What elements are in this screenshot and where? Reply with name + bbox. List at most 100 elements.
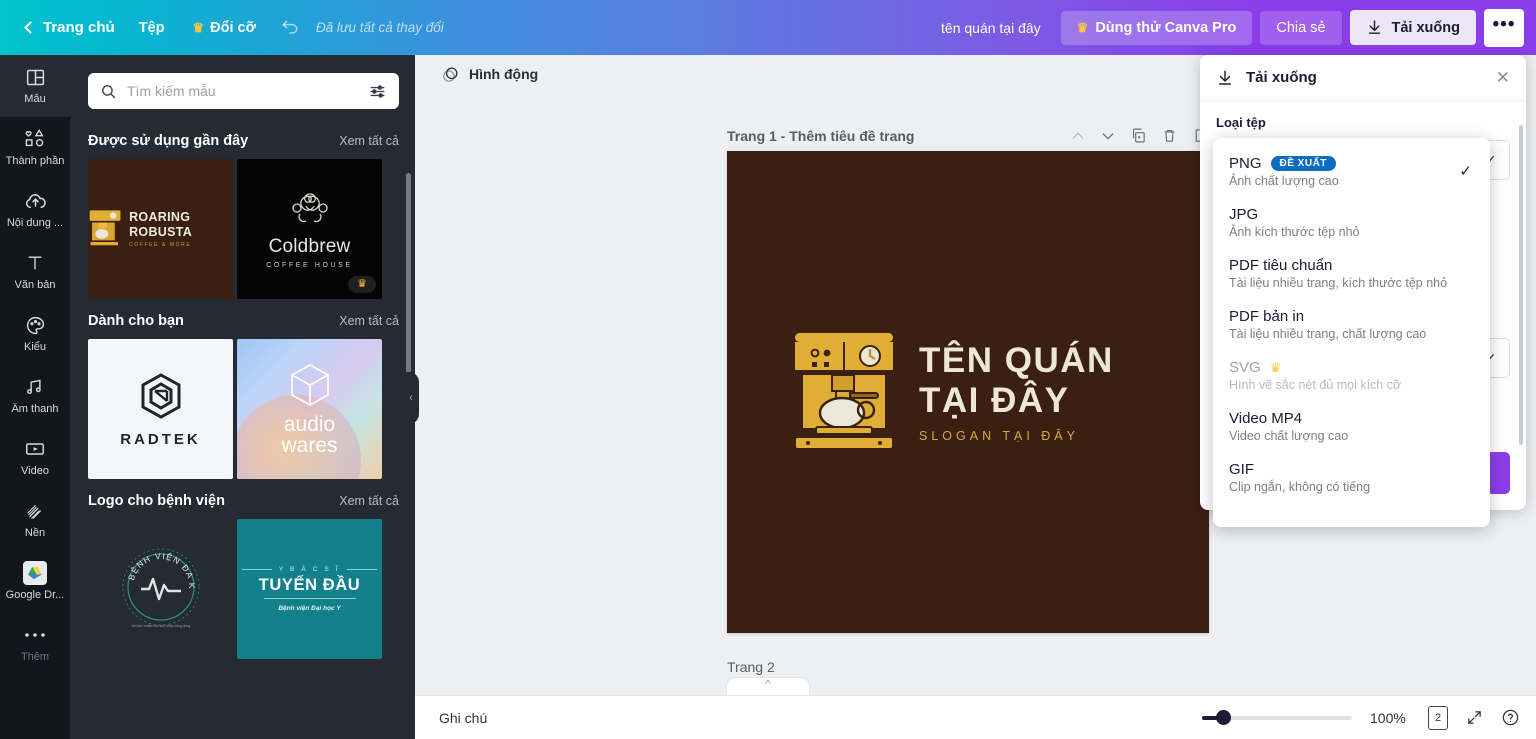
animate-label: Hình động — [469, 66, 539, 82]
search-input[interactable] — [127, 83, 358, 99]
thumb-subtitle: COFFEE HOUSE — [266, 261, 353, 269]
option-description: Ảnh chất lượng cao — [1229, 174, 1339, 188]
template-thumb-coldbrew[interactable]: Coldbrew COFFEE HOUSE ♛ — [237, 159, 382, 299]
file-menu-button[interactable]: Tệp — [125, 13, 179, 43]
sidebar-item-video[interactable]: Video — [0, 427, 70, 489]
page-2-title[interactable]: Trang 2 — [727, 659, 775, 675]
sidebar-item-label: Nội dung ... — [6, 217, 64, 230]
sidebar-item-label: Mẫu — [24, 93, 46, 106]
page-toolbar — [1070, 127, 1209, 144]
template-thumb-roaring-robusta[interactable]: ROARING ROBUSTA COFFEE & MORE — [88, 159, 233, 299]
filetype-option-pdf-print[interactable]: PDF bản in Tài liệu nhiều trang, chất lư… — [1213, 299, 1490, 350]
text-icon — [25, 252, 45, 274]
sidebar-item-uploads[interactable]: Nội dung ... — [0, 179, 70, 241]
filter-sliders-icon[interactable] — [368, 82, 387, 101]
template-thumb-audiowares[interactable]: audio wares — [237, 339, 382, 479]
zoom-slider[interactable] — [1202, 708, 1352, 728]
thumb-title: Coldbrew — [268, 235, 351, 257]
download-panel-scrollbar[interactable] — [1519, 125, 1523, 445]
chevron-left-icon — [24, 21, 37, 34]
page-title[interactable]: Trang 1 - Thêm tiêu đề trang — [727, 128, 914, 144]
option-description: Clip ngắn, không có tiếng — [1229, 480, 1371, 494]
check-icon: ✓ — [1459, 163, 1472, 180]
logo-line-1: TÊN QUÁN — [919, 341, 1114, 381]
divider — [241, 569, 272, 570]
option-row: SVG ♛ — [1229, 359, 1474, 376]
panel-scrollbar[interactable] — [406, 173, 411, 373]
sidebar-item-text[interactable]: Văn bản — [0, 241, 70, 303]
page-count-button[interactable]: 2 — [1428, 705, 1448, 730]
chevron-right-icon[interactable]: › — [414, 219, 415, 239]
thumb-title: ROARING ROBUSTA — [129, 210, 193, 239]
share-label: Chia sẻ — [1276, 19, 1326, 36]
notes-expand-handle[interactable]: ^ — [726, 677, 810, 695]
search-icon — [102, 84, 116, 98]
sidebar-item-google-drive[interactable]: Google Dr... — [0, 551, 70, 613]
filetype-option-video-mp4[interactable]: Video MP4 Video chất lượng cao — [1213, 401, 1490, 452]
sidebar-item-label: Google Dr... — [5, 589, 65, 602]
logo-composition[interactable]: TÊN QUÁN TẠI ĐÂY SLOGAN TẠI ĐÂY — [792, 331, 1114, 453]
option-name: JPG — [1229, 206, 1259, 223]
filetype-option-png[interactable]: PNG ĐỀ XUẤT Ảnh chất lượng cao ✓ — [1213, 146, 1490, 197]
duplicate-page-icon[interactable] — [1130, 127, 1147, 144]
close-icon[interactable]: ✕ — [1496, 69, 1510, 86]
search-area — [70, 55, 415, 119]
undo-button[interactable] — [270, 11, 310, 45]
download-label: Tải xuống — [1391, 19, 1460, 36]
coffee-machine-illustration — [794, 333, 894, 450]
search-box[interactable] — [88, 73, 399, 109]
pro-badge: ♛ — [348, 275, 376, 293]
chevron-right-icon[interactable]: › — [414, 579, 415, 599]
delete-page-icon[interactable] — [1161, 127, 1178, 144]
option-row: JPG — [1229, 206, 1474, 223]
section-title: Dành cho bạn — [88, 313, 184, 329]
home-button[interactable]: Trang chủ — [16, 12, 125, 43]
move-down-icon[interactable] — [1100, 128, 1116, 144]
filetype-option-jpg[interactable]: JPG Ảnh kích thước tệp nhỏ — [1213, 197, 1490, 248]
template-thumb-radtek[interactable]: RADTEK — [88, 339, 233, 479]
sidebar-item-label: Âm thanh — [11, 403, 59, 416]
logo-text-block: TÊN QUÁN TẠI ĐÂY SLOGAN TẠI ĐÂY — [919, 341, 1114, 442]
sidebar-item-styles[interactable]: Kiểu — [0, 303, 70, 365]
sidebar-item-label: Thành phần — [5, 155, 65, 168]
sidebar-item-label: Thêm — [20, 651, 50, 664]
sidebar-item-elements[interactable]: Thành phần — [0, 117, 70, 179]
filetype-option-pdf-standard[interactable]: PDF tiêu chuẩn Tài liệu nhiều trang, kíc… — [1213, 248, 1490, 299]
top-bar-left-group: Trang chủ Tệp ♛ Đổi cỡ Đã lưu tất cả tha… — [0, 11, 444, 45]
filetype-option-gif[interactable]: GIF Clip ngắn, không có tiếng — [1213, 452, 1490, 503]
sidebar-item-background[interactable]: Nền — [0, 489, 70, 551]
collapse-panel-button[interactable]: ‹ — [403, 372, 419, 424]
see-all-link[interactable]: Xem tất cả — [339, 134, 399, 148]
design-canvas-page-1[interactable]: TÊN QUÁN TẠI ĐÂY SLOGAN TẠI ĐÂY — [727, 151, 1209, 633]
help-icon[interactable] — [1501, 708, 1520, 727]
sidebar-item-templates[interactable]: Mẫu — [0, 55, 70, 117]
templates-panel: Được sử dụng gần đây Xem tất cả ROARING … — [70, 55, 415, 739]
cube-icon — [290, 363, 329, 406]
move-up-icon[interactable] — [1070, 128, 1086, 144]
animate-button[interactable]: Hình động — [433, 60, 546, 89]
resize-button[interactable]: ♛ Đổi cỡ — [178, 13, 269, 43]
slider-knob[interactable] — [1216, 710, 1231, 725]
sidebar-item-audio[interactable]: Âm thanh — [0, 365, 70, 427]
more-options-button[interactable]: ••• — [1484, 8, 1524, 47]
home-label: Trang chủ — [43, 19, 115, 36]
share-button[interactable]: Chia sẻ — [1260, 10, 1342, 45]
sidebar-item-more[interactable]: Thêm — [0, 613, 70, 675]
see-all-link[interactable]: Xem tất cả — [339, 314, 399, 328]
thumb-subtitle: COFFEE & MORE — [129, 241, 192, 248]
top-bar-right-group: tên quán tại đây ♛ Dùng thử Canva Pro Ch… — [929, 8, 1536, 47]
design-title[interactable]: tên quán tại đây — [929, 13, 1053, 43]
see-all-link[interactable]: Xem tất cả — [339, 494, 399, 508]
thumbnail-row: BỆNH VIỆN ĐA KHOA ABC tận tâm chăm sóc s… — [88, 519, 415, 659]
download-button[interactable]: Tải xuống — [1349, 10, 1476, 45]
filetype-option-svg[interactable]: SVG ♛ Hình vẽ sắc nét đủ mọi kích cỡ — [1213, 350, 1490, 401]
thumb-title: RADTEK — [120, 430, 201, 448]
notes-button[interactable]: Ghi chú — [431, 704, 495, 732]
try-canva-pro-button[interactable]: ♛ Dùng thử Canva Pro — [1060, 10, 1253, 45]
crown-icon: ♛ — [192, 20, 205, 35]
template-thumb-tuyen-dau[interactable]: Y B Á C S Ĩ TUYẾN ĐẦU Bệnh viện Đại học … — [237, 519, 382, 659]
file-label: Tệp — [138, 19, 165, 36]
template-thumb-benh-vien-da-khoa[interactable]: BỆNH VIỆN ĐA KHOA ABC tận tâm chăm sóc s… — [88, 519, 233, 659]
bottom-bar-right-group: 100% 2 — [1202, 705, 1520, 730]
fullscreen-icon[interactable] — [1466, 709, 1483, 726]
